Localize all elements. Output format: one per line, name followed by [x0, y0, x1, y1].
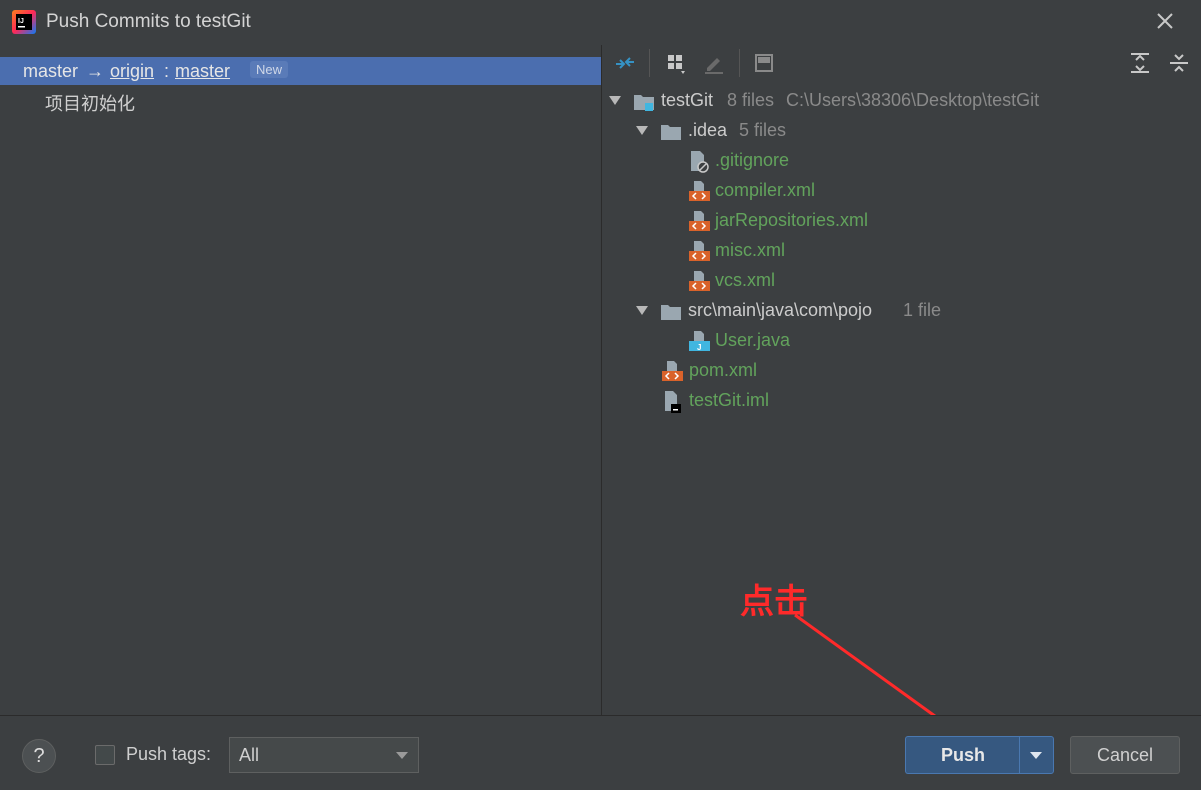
xml-file-icon — [689, 181, 710, 201]
remote-name-link[interactable]: origin — [110, 61, 154, 82]
tree-file-row[interactable]: J User.java — [688, 326, 1088, 356]
folder-name: src\main\java\com\pojo — [688, 300, 873, 320]
push-tags-label[interactable]: Push tags: — [126, 744, 211, 765]
close-icon[interactable] — [1153, 9, 1177, 33]
branch-separator: : — [164, 61, 170, 81]
toolbar-separator — [649, 49, 650, 77]
folder-icon — [661, 305, 681, 320]
title-bar: IJ Push Commits to testGit — [0, 0, 1201, 45]
expand-arrow-icon[interactable] — [634, 302, 650, 318]
root-path: C:\Users\38306\Desktop\testGit — [786, 90, 1040, 110]
toolbar-separator — [739, 49, 740, 77]
expand-all-icon[interactable] — [1128, 51, 1152, 75]
tree-node-folder[interactable]: src\main\java\com\pojo 1 file — [634, 296, 1194, 326]
module-folder-icon — [634, 95, 654, 111]
new-badge: New — [250, 61, 289, 78]
dialog-footer: ? Push tags: All Push Cancel — [0, 715, 1201, 790]
file-name: misc.xml — [715, 240, 785, 260]
file-name: vcs.xml — [715, 270, 775, 290]
changes-pane: testGit 8 files C:\Users\38306\Desktop\t… — [602, 45, 1201, 715]
folder-count: 1 file — [903, 300, 942, 320]
xml-file-icon — [689, 271, 710, 291]
intellij-idea-icon: IJ — [12, 10, 36, 34]
push-tags-checkbox[interactable] — [95, 745, 115, 765]
module-file-icon — [665, 391, 681, 413]
svg-text:IJ: IJ — [18, 18, 24, 25]
chevron-down-icon — [396, 752, 408, 759]
file-name: compiler.xml — [715, 180, 816, 200]
push-log-pane: master → origin : master New 项目初始化 — [0, 45, 602, 715]
ignored-file-icon — [691, 151, 709, 173]
xml-file-icon — [689, 211, 710, 231]
java-file-icon: J — [689, 331, 710, 352]
tree-file-row[interactable]: pom.xml — [661, 356, 1061, 386]
tree-node-root[interactable]: testGit 8 files C:\Users\38306\Desktop\t… — [607, 86, 1197, 116]
tree-file-row[interactable]: .gitignore — [688, 146, 1088, 176]
group-by-icon[interactable] — [664, 51, 688, 75]
preview-icon[interactable] — [752, 51, 776, 75]
file-name: jarRepositories.xml — [715, 210, 869, 230]
tree-node-folder[interactable]: .idea 5 files — [634, 116, 1194, 146]
tags-select-value: All — [239, 745, 260, 765]
push-dropdown-button[interactable] — [1019, 736, 1054, 774]
file-name: .gitignore — [715, 150, 790, 170]
push-arrow: → — [86, 61, 104, 81]
expand-arrow-icon[interactable] — [634, 122, 650, 138]
collapse-all-icon[interactable] — [1167, 51, 1191, 75]
branch-push-row[interactable]: master → origin : master New — [0, 57, 601, 85]
tree-file-row[interactable]: vcs.xml — [688, 266, 1088, 296]
root-name: testGit — [661, 90, 714, 110]
edit-icon[interactable] — [702, 51, 726, 75]
root-count: 8 files — [727, 90, 775, 110]
dialog-content: master → origin : master New 项目初始化 testG… — [0, 45, 1201, 715]
tree-file-row[interactable]: testGit.iml — [661, 386, 1061, 416]
click-annotation-label: 点击 — [740, 583, 808, 621]
tree-file-row[interactable]: jarRepositories.xml — [688, 206, 1088, 236]
xml-file-icon — [662, 361, 683, 381]
changes-toolbar — [602, 45, 1201, 83]
help-button[interactable]: ? — [22, 739, 56, 773]
push-button[interactable]: Push — [905, 736, 1020, 774]
chevron-down-icon — [1030, 752, 1042, 759]
file-name: User.java — [715, 330, 791, 350]
cancel-button[interactable]: Cancel — [1070, 736, 1180, 774]
tree-file-row[interactable]: misc.xml — [688, 236, 1088, 266]
folder-name: .idea — [688, 120, 728, 140]
show-diff-icon[interactable] — [613, 51, 637, 75]
commit-row[interactable]: 项目初始化 — [45, 90, 135, 116]
file-name: testGit.iml — [689, 390, 770, 410]
folder-count: 5 files — [739, 120, 787, 140]
file-name: pom.xml — [689, 360, 758, 380]
xml-file-icon — [689, 241, 710, 261]
local-branch-label: master — [23, 61, 79, 81]
folder-icon — [661, 125, 681, 140]
svg-text:J: J — [697, 343, 701, 352]
tree-file-row[interactable]: compiler.xml — [688, 176, 1088, 206]
tags-select[interactable]: All — [229, 737, 419, 773]
window-title: Push Commits to testGit — [46, 11, 251, 32]
expand-arrow-icon[interactable] — [607, 92, 623, 108]
remote-branch-link[interactable]: master — [175, 61, 230, 82]
